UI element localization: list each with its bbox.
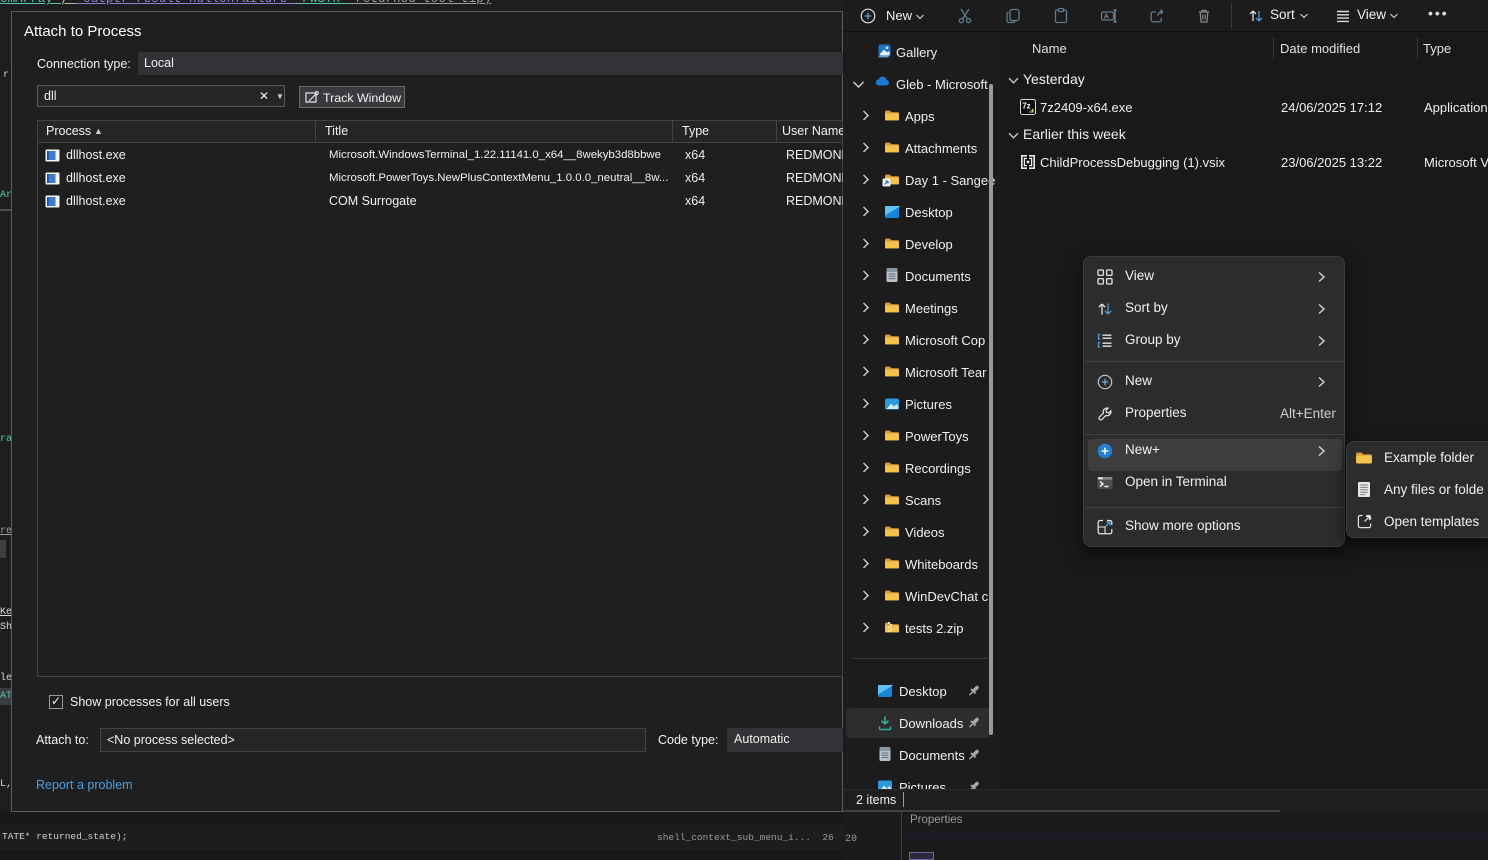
svg-text:7z: 7z (1022, 102, 1030, 111)
svg-text:A: A (1104, 14, 1109, 21)
